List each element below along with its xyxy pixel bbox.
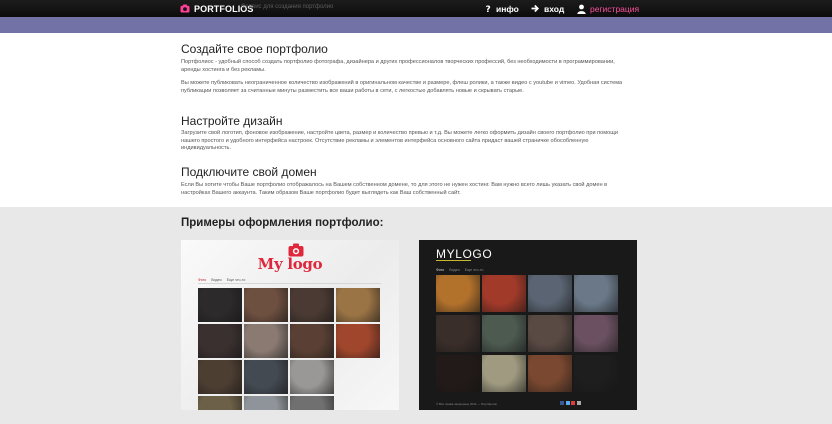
- portfolio-thumbnail[interactable]: [528, 315, 572, 352]
- portfolio-thumbnail[interactable]: [528, 355, 572, 392]
- portfolio-thumbnail[interactable]: [244, 396, 288, 410]
- example-footer-dark: © Все права защищены 2011 — Портфолио: [436, 402, 498, 406]
- examples-title: Примеры оформления портфолио:: [181, 217, 384, 229]
- example-menu-item: Видео: [211, 278, 222, 282]
- camera-icon: [180, 4, 190, 13]
- social-icon: [560, 401, 564, 405]
- portfolio-thumbnail[interactable]: [482, 275, 526, 312]
- example-menu-item: Еще что-то: [464, 268, 484, 272]
- example-logo-text-dark-label: MYLOGO: [436, 247, 493, 261]
- portfolio-thumbnail[interactable]: [574, 315, 618, 352]
- portfolio-thumbnail[interactable]: [574, 275, 618, 312]
- svg-text:?: ?: [486, 5, 491, 13]
- nav-info-link[interactable]: ? инфо: [485, 2, 519, 15]
- site-tagline: Сервис для создания портфолио: [241, 4, 334, 10]
- portfolio-thumbnail[interactable]: [198, 324, 242, 358]
- example-social-icons: [560, 401, 581, 405]
- section-design-paragraph: Загрузите свой логотип, фоновое изображе…: [181, 130, 618, 152]
- example-logo-text: My logo: [257, 255, 323, 273]
- section-domain-paragraph: Если Вы хотите чтобы Ваше портфолио отоб…: [181, 182, 608, 196]
- portfolio-thumbnail[interactable]: [244, 324, 288, 358]
- example-menu-item: Видео: [449, 268, 460, 272]
- example-divider: [198, 283, 381, 284]
- portfolio-thumbnail[interactable]: [244, 288, 288, 322]
- portfolio-thumbnail[interactable]: [290, 360, 334, 394]
- example-menu: Фото Видео Еще что-то: [198, 278, 245, 282]
- portfolio-thumbnail[interactable]: [436, 275, 480, 312]
- portfolio-thumbnail[interactable]: [528, 275, 572, 312]
- portfolio-thumbnail[interactable]: [336, 324, 380, 358]
- nav-login-link[interactable]: вход: [531, 2, 564, 15]
- example-menu-item: Фото: [198, 278, 207, 282]
- example-menu-item: Фото: [436, 268, 445, 272]
- top-navigation-bar: PORTFOLIOS Сервис для создания портфолио…: [0, 0, 832, 17]
- user-icon: [577, 4, 586, 14]
- example-logo-text-dark: MYLOGO: [436, 247, 492, 261]
- section-title-domain: Подключите свой домен: [181, 165, 317, 179]
- section-create-paragraph-1: Портфолиос - удобный способ создать порт…: [181, 59, 615, 73]
- social-icon: [565, 401, 570, 405]
- portfolio-thumbnail[interactable]: [290, 396, 334, 410]
- portfolio-thumbnail[interactable]: [290, 288, 334, 322]
- arrow-right-icon: [531, 4, 540, 13]
- example-menu-item: Еще что-то: [226, 278, 246, 282]
- portfolio-thumbnail[interactable]: [244, 360, 288, 394]
- portfolio-thumbnail[interactable]: [198, 288, 242, 322]
- example-portfolio-dark[interactable]: MYLOGO Фото Видео Еще что-то © Все права…: [419, 240, 637, 410]
- portfolio-thumbnail[interactable]: [436, 315, 480, 352]
- section-create-paragraph-2: Вы можете публиковать неограниченное кол…: [181, 80, 623, 94]
- example-menu-dark: Фото Видео Еще что-то: [436, 268, 483, 272]
- portfolio-thumbnail[interactable]: [482, 355, 526, 392]
- section-title-design: Настройте дизайн: [181, 114, 283, 128]
- social-icon: [576, 401, 581, 405]
- portfolio-thumbnail[interactable]: [290, 324, 334, 358]
- nav-register-link[interactable]: регистрация: [577, 2, 639, 15]
- portfolio-thumbnail[interactable]: [482, 315, 526, 352]
- portfolio-thumbnail[interactable]: [436, 355, 480, 392]
- nav-login-label: вход: [544, 3, 565, 14]
- portfolio-thumbnail[interactable]: [198, 360, 242, 394]
- social-icon: [571, 401, 575, 405]
- nav-info-label: инфо: [496, 3, 519, 14]
- example-portfolio-light[interactable]: My logo Фото Видео Еще что-то: [181, 240, 399, 410]
- example-logo-underline: [436, 260, 471, 261]
- portfolio-thumbnail[interactable]: [198, 396, 242, 410]
- section-title-create: Создайте свое портфолио: [181, 42, 328, 56]
- header-band: [0, 17, 832, 33]
- portfolio-thumbnail[interactable]: [574, 355, 618, 392]
- nav-register-label: регистрация: [590, 3, 640, 14]
- portfolio-thumbnail[interactable]: [336, 288, 380, 322]
- question-icon: ?: [485, 4, 492, 13]
